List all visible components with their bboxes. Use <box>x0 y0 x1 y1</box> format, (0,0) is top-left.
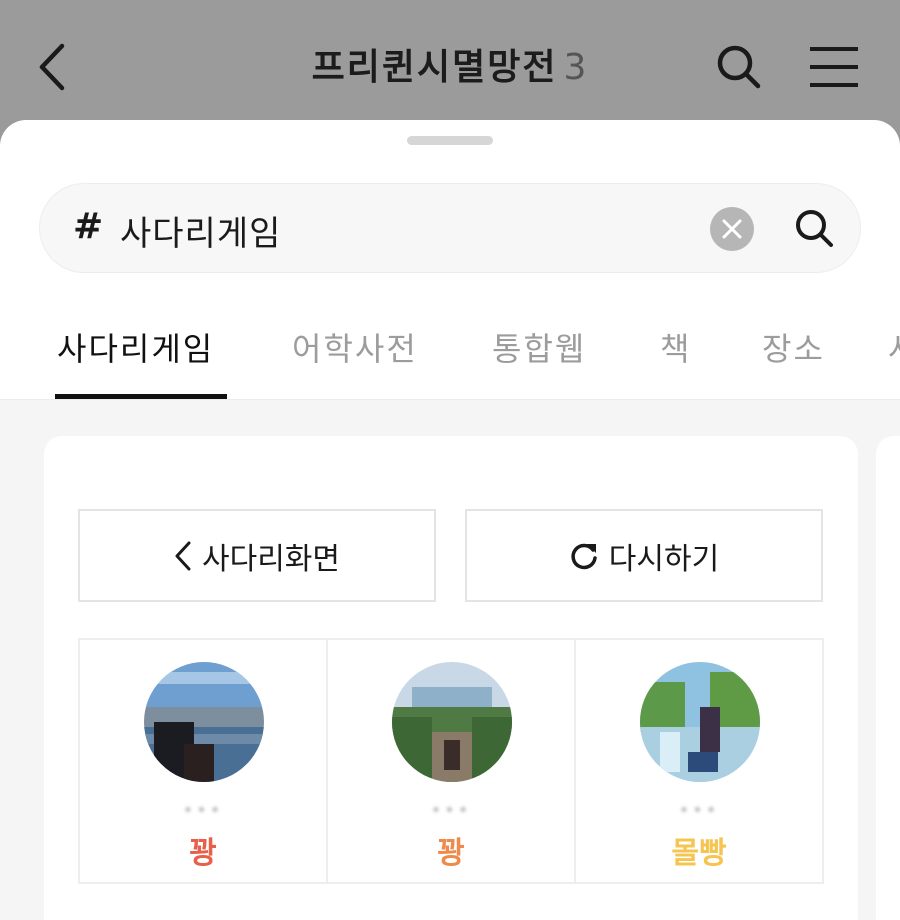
search-submit-button[interactable] <box>792 206 836 250</box>
result-cell: ••• 몰빵 <box>576 640 822 882</box>
result-label: 꽝 <box>437 836 465 871</box>
participant-name: ••• <box>678 800 720 821</box>
retry-button[interactable]: 다시하기 <box>465 509 823 602</box>
refresh-icon <box>569 541 599 571</box>
search-tabs: 사다리게임 어학사전 통합웹 책 장소 사 <box>0 310 900 400</box>
header-search-button[interactable] <box>712 40 766 94</box>
chat-header: 프리퀸시멸망전 3 <box>0 0 900 120</box>
result-cell: ••• 꽝 <box>80 640 328 882</box>
ladder-result-card: 사다리화면 다시하기 ••• 꽝 ••• 꽝 ••• 몰빵 <box>44 436 858 920</box>
result-grid: ••• 꽝 ••• 꽝 ••• 몰빵 <box>78 638 824 884</box>
sheet-grabber[interactable] <box>407 136 493 145</box>
tab-book[interactable]: 책 <box>660 324 691 370</box>
search-icon <box>796 210 833 247</box>
search-sheet: # 사다리게임 사다리게임 어학사전 통합웹 책 장소 사다리화면 다시하기 •… <box>0 120 900 920</box>
active-tab-indicator <box>55 394 227 399</box>
next-card[interactable] <box>876 436 900 920</box>
participant-name: ••• <box>430 800 472 821</box>
tab-place[interactable]: 장소 <box>762 324 825 370</box>
avatar[interactable] <box>640 662 760 782</box>
tab-more[interactable]: 사 <box>888 324 900 370</box>
ladder-screen-label: 사다리화면 <box>202 541 340 577</box>
result-label: 몰빵 <box>671 836 727 871</box>
result-cell: ••• 꽝 <box>328 640 576 882</box>
result-label: 꽝 <box>189 836 217 871</box>
member-count: 3 <box>563 47 589 88</box>
results-area: 사다리화면 다시하기 ••• 꽝 ••• 꽝 ••• 몰빵 <box>0 400 900 920</box>
search-icon <box>717 45 761 89</box>
tab-dictionary[interactable]: 어학사전 <box>292 324 418 370</box>
search-query[interactable]: 사다리게임 <box>120 206 281 255</box>
hamburger-menu-icon <box>810 47 858 87</box>
participant-name: ••• <box>182 800 224 821</box>
avatar[interactable] <box>144 662 264 782</box>
search-input[interactable]: # 사다리게임 <box>39 183 861 273</box>
chevron-left-icon <box>174 541 192 571</box>
retry-label: 다시하기 <box>608 541 720 577</box>
clear-button[interactable] <box>710 207 754 251</box>
close-icon <box>722 219 742 239</box>
avatar[interactable] <box>392 662 512 782</box>
chat-title-text: 프리퀸시멸망전 <box>311 47 558 88</box>
tab-web[interactable]: 통합웹 <box>492 324 586 370</box>
menu-button[interactable] <box>806 40 862 94</box>
tab-ladder-game[interactable]: 사다리게임 <box>57 324 214 370</box>
ladder-screen-button[interactable]: 사다리화면 <box>78 509 436 602</box>
hashtag-symbol: # <box>73 206 104 247</box>
